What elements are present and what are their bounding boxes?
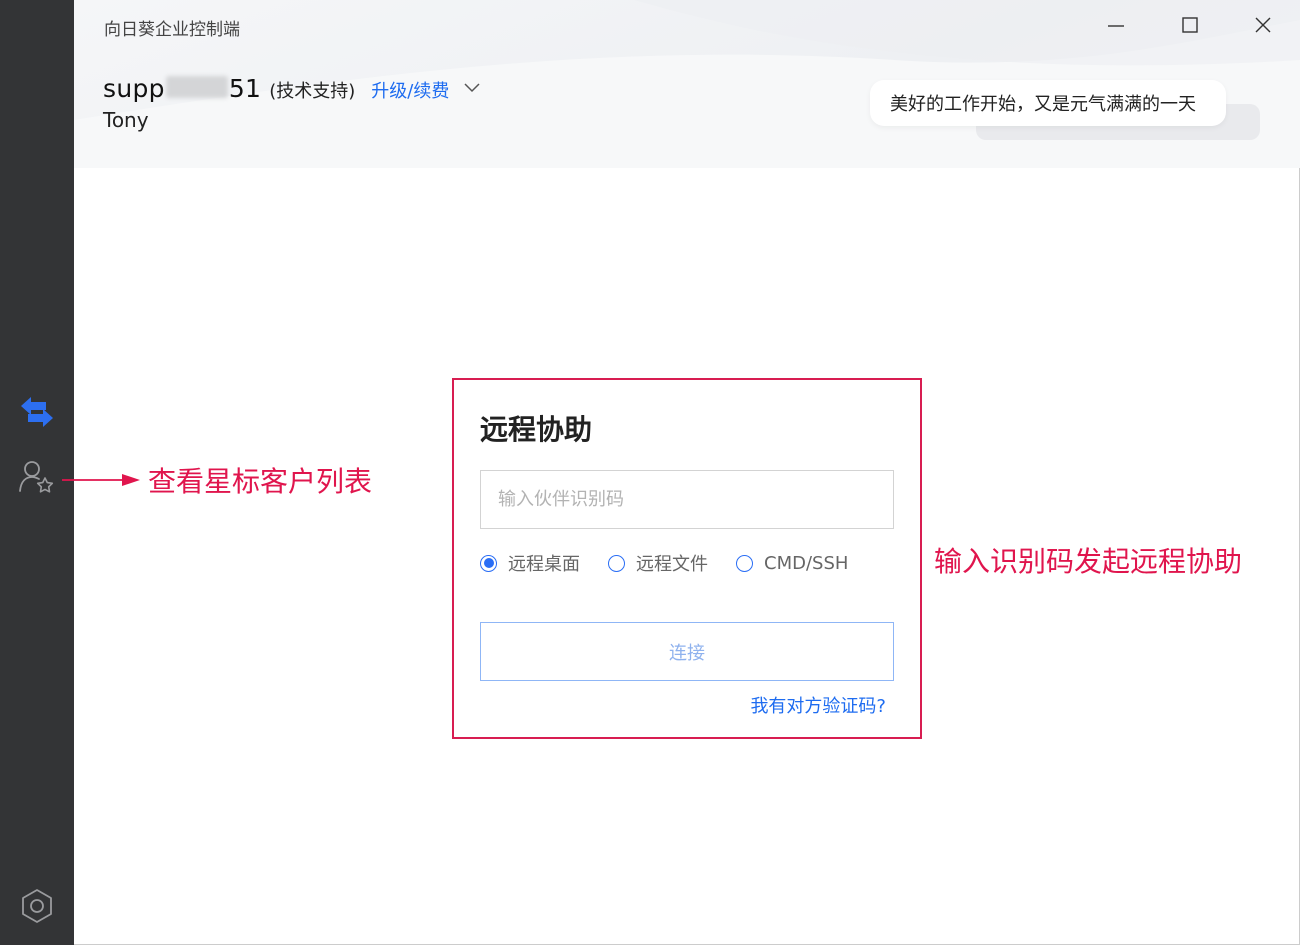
mode-remote-file[interactable]: 远程文件 — [608, 550, 708, 576]
account-prefix: supp — [103, 74, 165, 103]
user-nickname: Tony — [103, 108, 149, 132]
mode-label: 远程文件 — [636, 554, 708, 575]
account-role: (技术支持) — [269, 81, 356, 102]
remote-control-icon — [21, 397, 53, 427]
starred-customers-icon — [19, 461, 54, 493]
redacted-account-segment — [165, 76, 228, 98]
minimize-icon — [1108, 25, 1124, 27]
account-menu-toggle[interactable] — [463, 79, 481, 98]
annotation-starred-list: 查看星标客户列表 — [148, 465, 373, 498]
upgrade-renew-link[interactable]: 升级/续费 — [371, 77, 449, 103]
account-suffix: 51 — [228, 74, 262, 103]
remote-assist-title: 远程协助 — [480, 413, 593, 446]
app-title: 向日葵企业控制端 — [104, 20, 240, 40]
maximize-button[interactable] — [1172, 10, 1208, 40]
partner-id-input[interactable] — [480, 470, 894, 529]
account-name: supp 51 — [103, 74, 261, 103]
remote-assist-panel: 远程协助 远程桌面 远程文件 CMD/SSH 连接 我有对方验证码? — [452, 378, 922, 739]
greeting-text: 美好的工作开始，又是元气满满的一天 — [890, 94, 1196, 115]
annotation-remote-assist: 输入识别码发起远程协助 — [934, 545, 1243, 578]
remote-control-nav[interactable] — [0, 388, 74, 436]
settings-icon — [22, 889, 52, 923]
header: 向日葵企业控制端 supp 51 (技术支持) 升级/续费 Tony 美好的工作… — [74, 0, 1300, 168]
mode-remote-desktop[interactable]: 远程桌面 — [480, 550, 580, 576]
radio-unchecked-icon[interactable] — [608, 554, 625, 572]
have-verification-code-link[interactable]: 我有对方验证码? — [750, 692, 886, 718]
connection-mode-group: 远程桌面 远程文件 CMD/SSH — [480, 550, 876, 576]
minimize-button[interactable] — [1098, 10, 1134, 40]
user-info-row: supp 51 (技术支持) 升级/续费 — [103, 74, 481, 103]
connect-button[interactable]: 连接 — [480, 622, 894, 681]
chevron-down-icon — [464, 83, 480, 93]
mode-cmd-ssh[interactable]: CMD/SSH — [736, 553, 848, 574]
close-button[interactable] — [1245, 10, 1281, 40]
radio-checked-icon[interactable] — [480, 554, 497, 572]
settings-nav[interactable] — [0, 882, 74, 930]
mode-label: 远程桌面 — [508, 554, 580, 575]
annotation-arrow-icon — [62, 474, 140, 486]
radio-unchecked-icon[interactable] — [736, 554, 753, 572]
maximize-icon — [1182, 17, 1198, 33]
mode-label: CMD/SSH — [764, 552, 849, 574]
close-icon — [1255, 17, 1271, 33]
greeting-bubble: 美好的工作开始，又是元气满满的一天 — [870, 80, 1226, 126]
